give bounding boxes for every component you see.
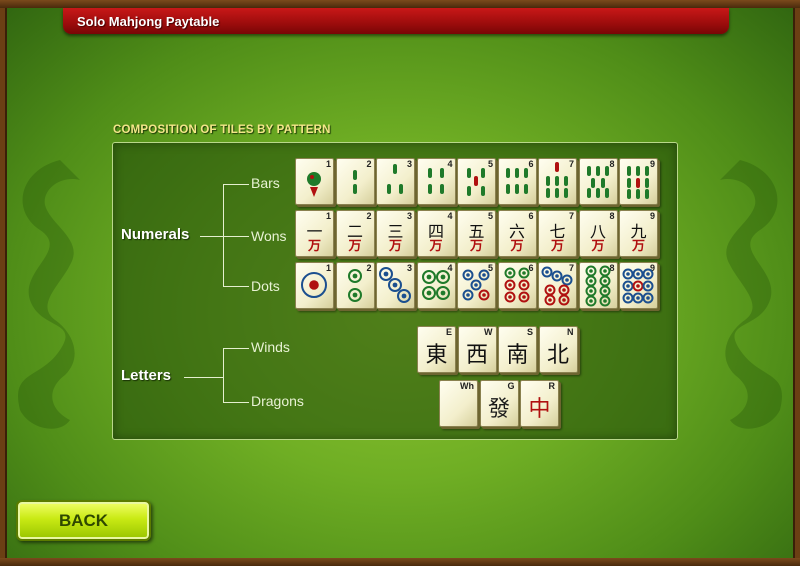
bamboo-icon bbox=[586, 166, 609, 198]
wons-tile: 7七万 bbox=[538, 210, 577, 257]
bars-tile: 2 bbox=[335, 158, 375, 205]
dots-tile: 9 bbox=[619, 262, 658, 309]
tile-number: W bbox=[484, 327, 493, 337]
dragon-character: 發 bbox=[487, 397, 510, 422]
game-frame: Solo Mahjong Paytable COMPOSITION OF TIL… bbox=[0, 0, 800, 566]
dots-label: Dots bbox=[251, 278, 280, 294]
dots-tile: 7 bbox=[538, 262, 577, 309]
wind-tile: S南 bbox=[498, 326, 537, 373]
bamboo-icon bbox=[352, 170, 357, 194]
connector-line bbox=[184, 377, 223, 378]
bars-tile: 1 bbox=[295, 158, 334, 205]
bamboo-icon bbox=[546, 162, 568, 198]
dots-tile: 6 bbox=[497, 262, 537, 309]
tile-number: R bbox=[548, 381, 556, 391]
circle-dot-icon bbox=[421, 270, 450, 300]
page-title: Solo Mahjong Paytable bbox=[77, 14, 220, 29]
wind-character: 南 bbox=[506, 343, 529, 368]
wons-tile: 9九万 bbox=[619, 210, 658, 257]
dots-tile: 1 bbox=[295, 262, 334, 309]
wons-tile: 4四万 bbox=[416, 210, 456, 257]
tile-number: E bbox=[445, 327, 452, 337]
wind-tile: N北 bbox=[538, 326, 578, 373]
wons-tile: 1一万 bbox=[295, 210, 334, 257]
wons-tile: 8八万 bbox=[578, 210, 618, 257]
connector-line bbox=[223, 348, 249, 349]
frame-top-border bbox=[0, 0, 800, 8]
wan-character: 万 bbox=[469, 239, 483, 254]
tile-number: S bbox=[526, 327, 533, 337]
bamboo-icon bbox=[627, 166, 649, 199]
connector-line bbox=[200, 236, 223, 237]
wan-character: 万 bbox=[348, 239, 362, 254]
wan-character: 万 bbox=[510, 239, 524, 254]
bars-label: Bars bbox=[251, 175, 280, 191]
bars-tile: 5 bbox=[457, 158, 496, 205]
connector-line bbox=[223, 348, 224, 402]
tile-number: G bbox=[507, 381, 515, 391]
dots-tile: 8 bbox=[578, 262, 618, 309]
wons-tile: 6六万 bbox=[497, 210, 537, 257]
wind-tile: E東 bbox=[417, 326, 456, 373]
bamboo-icon bbox=[467, 168, 485, 196]
bamboo-icon bbox=[505, 168, 528, 194]
section-title: COMPOSITION OF TILES BY PATTERN bbox=[113, 124, 331, 136]
bars-tile: 4 bbox=[416, 158, 456, 205]
wons-tile: 5五万 bbox=[457, 210, 496, 257]
title-banner: Solo Mahjong Paytable bbox=[63, 8, 729, 34]
wind-character: 東 bbox=[425, 343, 448, 368]
bamboo-icon bbox=[427, 168, 444, 194]
dragon-tile: Wh bbox=[439, 380, 478, 427]
wan-character: 万 bbox=[307, 239, 321, 254]
letters-label: Letters bbox=[121, 367, 172, 384]
dragon-character: 中 bbox=[528, 397, 551, 422]
circle-dot-icon bbox=[585, 265, 610, 307]
dragon-tile: G發 bbox=[479, 380, 519, 427]
frame-bottom-border bbox=[0, 558, 800, 566]
wan-character: 万 bbox=[631, 239, 645, 254]
numerals-label: Numerals bbox=[121, 226, 190, 243]
wan-character: 万 bbox=[388, 239, 402, 254]
circle-dot-icon bbox=[301, 272, 327, 298]
dragon-left-decoration-icon bbox=[18, 160, 80, 429]
circle-dot-icon bbox=[462, 269, 490, 301]
dragon-tile: R中 bbox=[520, 380, 559, 427]
circle-dot-icon bbox=[622, 268, 654, 304]
wind-character: 西 bbox=[465, 343, 488, 368]
circle-dot-icon bbox=[504, 267, 529, 303]
bars-tile: 3 bbox=[376, 158, 415, 205]
wons-tile: 3三万 bbox=[376, 210, 415, 257]
bamboo-icon bbox=[307, 172, 321, 197]
winds-label: Winds bbox=[251, 339, 290, 355]
wons-label: Wons bbox=[251, 228, 287, 244]
wind-character: 北 bbox=[546, 343, 569, 368]
circle-dot-icon bbox=[541, 266, 573, 306]
connector-line bbox=[223, 184, 249, 185]
back-button[interactable]: BACK bbox=[16, 500, 151, 541]
bars-tile: 8 bbox=[578, 158, 618, 205]
dots-tile: 5 bbox=[457, 262, 496, 309]
wons-tile: 2二万 bbox=[335, 210, 375, 257]
circle-dot-icon bbox=[379, 267, 411, 303]
bars-tile: 7 bbox=[538, 158, 577, 205]
wan-character: 万 bbox=[591, 239, 605, 254]
connector-line bbox=[223, 286, 249, 287]
wan-character: 万 bbox=[550, 239, 564, 254]
bars-tile: 6 bbox=[497, 158, 537, 205]
dots-tile: 4 bbox=[416, 262, 456, 309]
bars-tile: 9 bbox=[619, 158, 658, 205]
dragons-label: Dragons bbox=[251, 393, 304, 409]
circle-dot-icon bbox=[347, 269, 362, 302]
wind-tile: W西 bbox=[457, 326, 497, 373]
dragon-right-decoration-icon bbox=[720, 160, 782, 429]
tile-number: Wh bbox=[460, 381, 474, 391]
tile-number: N bbox=[567, 327, 574, 337]
bamboo-icon bbox=[387, 164, 403, 194]
dots-tile: 2 bbox=[335, 262, 375, 309]
wan-character: 万 bbox=[429, 239, 443, 254]
connector-line bbox=[223, 402, 249, 403]
connector-line bbox=[223, 236, 249, 237]
dots-tile: 3 bbox=[376, 262, 415, 309]
